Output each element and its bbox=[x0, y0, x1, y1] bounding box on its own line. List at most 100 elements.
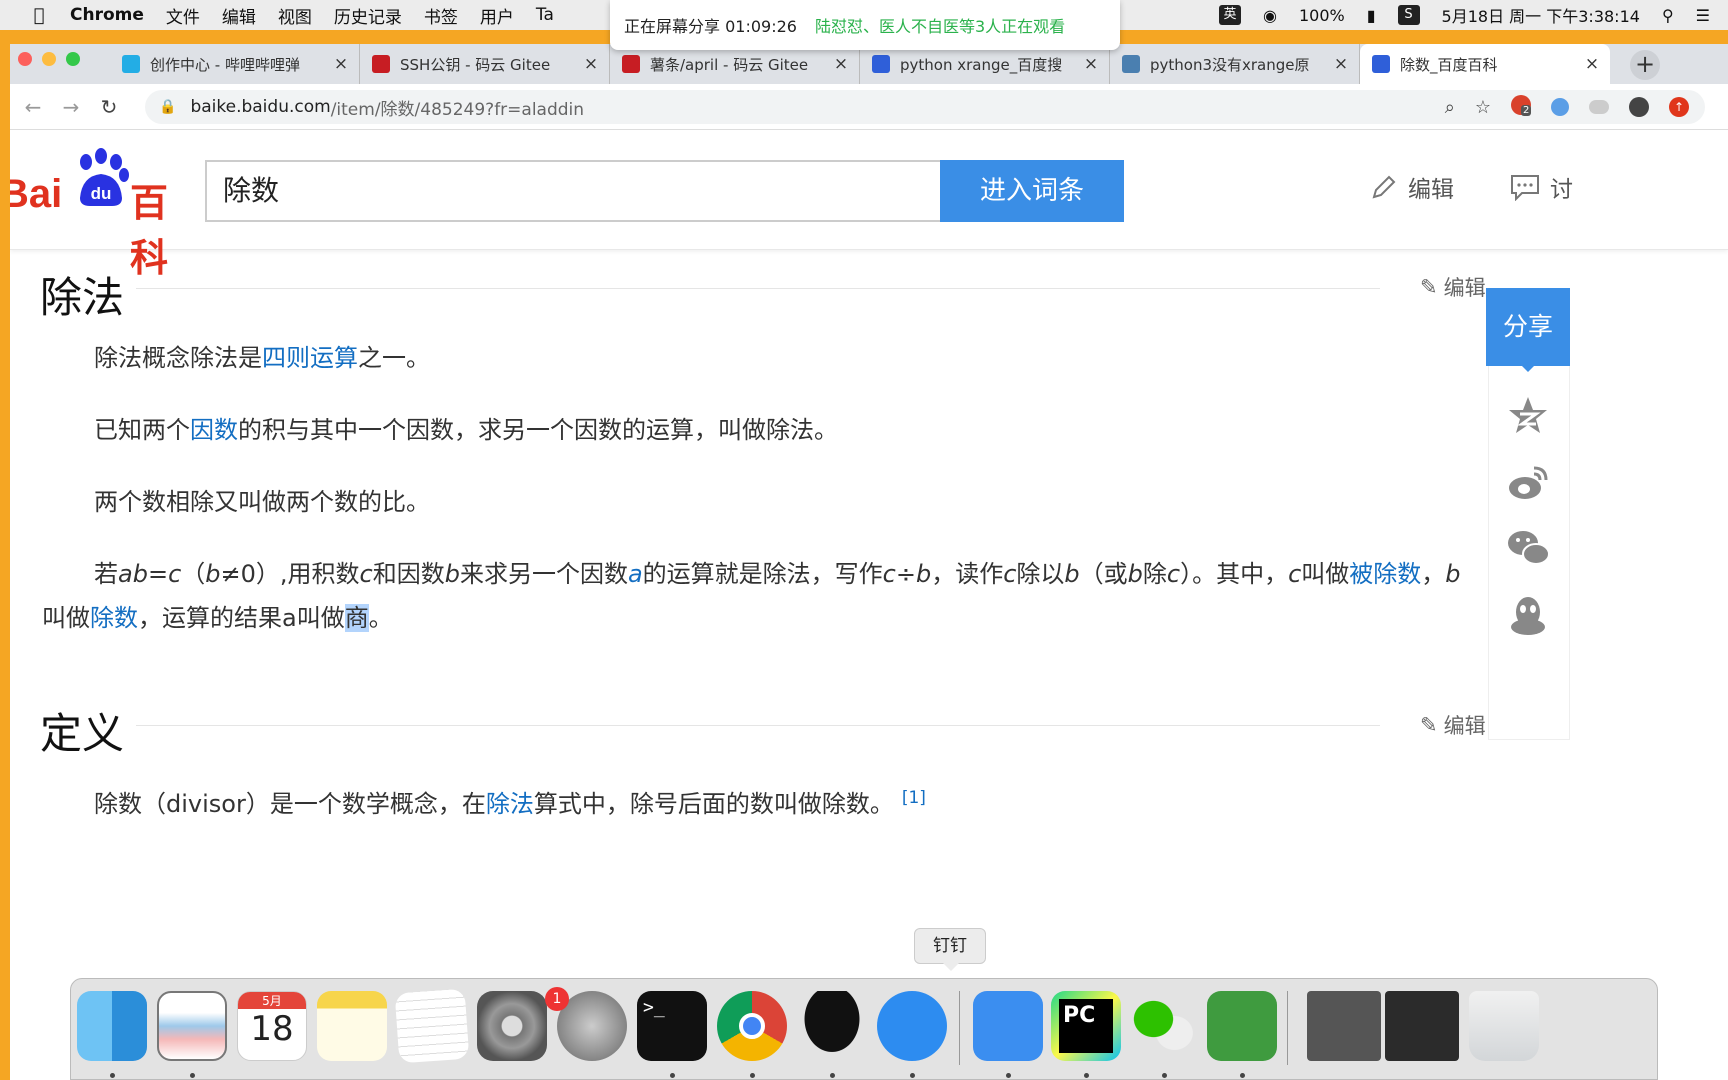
minimize-window-button[interactable] bbox=[42, 52, 56, 66]
dock-separator bbox=[959, 991, 960, 1065]
link-division[interactable]: 除法 bbox=[486, 790, 534, 818]
enter-entry-button[interactable]: 进入词条 bbox=[940, 160, 1124, 222]
extension-bird-icon[interactable] bbox=[1551, 98, 1569, 116]
terminal-icon[interactable]: >_ bbox=[637, 991, 707, 1061]
back-icon[interactable]: ← bbox=[18, 95, 48, 119]
clock[interactable]: 5月18日 周一 下午3:38:14 bbox=[1442, 3, 1640, 27]
browser-tab[interactable]: SSH公钥 - 码云 Gitee × bbox=[360, 44, 610, 84]
window-thumbnail-editor[interactable] bbox=[1385, 991, 1459, 1061]
pycharm-icon[interactable]: PC bbox=[1051, 991, 1121, 1061]
trash-icon[interactable] bbox=[1469, 991, 1539, 1061]
browser-tab[interactable]: python3没有xrange原 × bbox=[1110, 44, 1360, 84]
browser-tab[interactable]: 创作中心 - 哔哩哔哩弹 × bbox=[110, 44, 360, 84]
browser-tab[interactable]: 除数_百度百科 × bbox=[1360, 44, 1610, 84]
screen-share-indicator[interactable]: 正在屏幕分享 01:09:26 陆怼怼、医人不自医等3人正在观看 bbox=[610, 0, 1120, 50]
header-discuss-button[interactable]: 讨 bbox=[1510, 170, 1573, 204]
finder-icon[interactable] bbox=[77, 991, 147, 1061]
share-button[interactable]: 分享 bbox=[1486, 288, 1570, 366]
menu-history[interactable]: 历史记录 bbox=[334, 3, 402, 28]
browser-tab[interactable]: 薯条/april - 码云 Gitee × bbox=[610, 44, 860, 84]
new-tab-button[interactable]: + bbox=[1630, 50, 1660, 80]
input-method-icon[interactable]: 英 bbox=[1219, 5, 1241, 25]
system-preferences-icon[interactable] bbox=[477, 991, 547, 1061]
menu-people[interactable]: 用户 bbox=[480, 3, 514, 28]
paragraph: 除数（divisor）是一个数学概念，在除法算式中，除号后面的数叫做除数。 [1] bbox=[42, 776, 1462, 826]
lock-icon[interactable]: 🔒 bbox=[159, 99, 176, 115]
zoom-icon[interactable]: ⌕ bbox=[1445, 97, 1455, 118]
address-bar[interactable]: 🔒 baike.baidu.com/item/除数/485249?fr=alad… bbox=[145, 90, 1705, 124]
section-edit-button[interactable]: ✎ 编辑 bbox=[1420, 272, 1486, 302]
section-edit-label: 编辑 bbox=[1443, 276, 1486, 300]
tab-title: python3没有xrange原 bbox=[1150, 55, 1310, 74]
menu-bookmarks[interactable]: 书签 bbox=[424, 3, 458, 28]
logo-baike: 百科 bbox=[130, 181, 169, 280]
text: ≠0）,用积数 bbox=[220, 560, 360, 588]
link-divisor[interactable]: 除数 bbox=[90, 604, 138, 632]
close-tab-icon[interactable]: × bbox=[1083, 54, 1099, 74]
tab-favicon-icon bbox=[872, 55, 890, 73]
zoom-window-button[interactable] bbox=[66, 52, 80, 66]
qq-penguin-icon[interactable] bbox=[1506, 594, 1550, 638]
macos-dock: 5月 18 1 >_ PC bbox=[70, 978, 1658, 1080]
extension-cloud-icon[interactable] bbox=[1589, 100, 1609, 114]
pycharm-label: PC bbox=[1059, 999, 1113, 1053]
search-input[interactable]: 除数 bbox=[205, 160, 941, 222]
header-edit-button[interactable]: 编辑 bbox=[1370, 170, 1454, 204]
menu-tab[interactable]: Ta bbox=[536, 5, 554, 25]
profile-avatar-icon[interactable] bbox=[1629, 97, 1649, 117]
link-dividend[interactable]: 被除数 bbox=[1349, 560, 1421, 588]
text: ， bbox=[1421, 560, 1446, 588]
dingtalk-icon[interactable] bbox=[877, 991, 947, 1061]
feishu-docs-icon[interactable] bbox=[973, 991, 1043, 1061]
close-tab-icon[interactable]: × bbox=[833, 54, 849, 74]
text: 两个数相除又叫做两个数的比。 bbox=[94, 488, 430, 516]
baidu-baike-logo[interactable]: Bai du 百科 bbox=[10, 148, 200, 280]
pencil-icon bbox=[1372, 175, 1396, 199]
chrome-icon[interactable] bbox=[717, 991, 787, 1061]
close-window-button[interactable] bbox=[18, 52, 32, 66]
link-factor[interactable]: 因数 bbox=[190, 416, 238, 444]
activity-monitor-icon[interactable] bbox=[157, 991, 227, 1061]
calendar-icon[interactable]: 5月 18 bbox=[237, 991, 307, 1061]
reference-link[interactable]: [1] bbox=[902, 788, 926, 808]
selected-text[interactable]: 商 bbox=[344, 604, 369, 632]
wifi-icon[interactable]: ◉ bbox=[1263, 6, 1277, 25]
menu-file[interactable]: 文件 bbox=[166, 3, 200, 28]
menu-view[interactable]: 视图 bbox=[278, 3, 312, 28]
browser-toolbar: ← → ↻ 🔒 baike.baidu.com/item/除数/485249?f… bbox=[10, 84, 1728, 130]
tab-favicon-icon bbox=[122, 55, 140, 73]
wechat-icon[interactable] bbox=[1506, 526, 1550, 570]
extension-red-icon[interactable]: 2 bbox=[1511, 94, 1532, 120]
var: c bbox=[1003, 560, 1017, 588]
notification-center-icon[interactable]: ☰ bbox=[1696, 6, 1710, 25]
close-tab-icon[interactable]: × bbox=[1333, 54, 1349, 74]
close-tab-icon[interactable]: × bbox=[1584, 54, 1600, 74]
window-thumbnail-camera[interactable] bbox=[1307, 991, 1381, 1061]
wechat-icon[interactable] bbox=[1129, 991, 1199, 1061]
notes-icon[interactable] bbox=[317, 991, 387, 1061]
status-app-icon[interactable]: S bbox=[1397, 5, 1420, 25]
textedit-icon[interactable] bbox=[394, 988, 470, 1064]
menu-edit[interactable]: 编辑 bbox=[222, 3, 256, 28]
close-tab-icon[interactable]: × bbox=[583, 54, 599, 74]
spotlight-search-icon[interactable]: ⚲ bbox=[1662, 6, 1674, 25]
forward-icon[interactable]: → bbox=[56, 95, 86, 119]
weibo-icon[interactable] bbox=[1506, 460, 1550, 504]
link-four-operations[interactable]: 四则运算 bbox=[262, 344, 358, 372]
qq-icon[interactable] bbox=[797, 991, 867, 1061]
battery-label[interactable]: 100% bbox=[1299, 6, 1345, 25]
browser-tab[interactable]: python xrange_百度搜 × bbox=[860, 44, 1110, 84]
extension-badge: 2 bbox=[1521, 104, 1532, 116]
apple-icon[interactable]:  bbox=[22, 5, 56, 26]
battery-icon[interactable]: ▮ bbox=[1367, 6, 1376, 25]
update-icon[interactable]: ↑ bbox=[1669, 97, 1689, 117]
menu-app-name[interactable]: Chrome bbox=[70, 5, 144, 25]
section-edit-button[interactable]: ✎ 编辑 bbox=[1420, 710, 1486, 740]
qzone-star-icon[interactable] bbox=[1506, 394, 1550, 438]
camtasia-icon[interactable] bbox=[1207, 991, 1277, 1061]
close-tab-icon[interactable]: × bbox=[333, 54, 349, 74]
toolbar-actions: ⌕ ☆ 2 ↑ bbox=[1445, 90, 1689, 124]
reload-icon[interactable]: ↻ bbox=[94, 95, 124, 119]
var-link[interactable]: a bbox=[628, 560, 643, 588]
bookmark-star-icon[interactable]: ☆ bbox=[1475, 97, 1491, 118]
